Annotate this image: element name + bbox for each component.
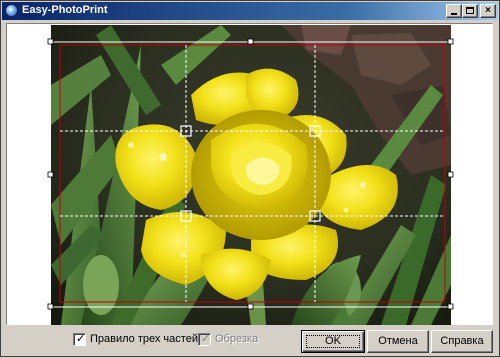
- crop-handle-bottom-right[interactable]: [447, 303, 454, 310]
- close-button[interactable]: ×: [480, 4, 496, 18]
- crop-handle-right[interactable]: [447, 171, 454, 178]
- minimize-button[interactable]: [446, 4, 462, 18]
- cancel-button-label: Отмена: [378, 335, 418, 347]
- help-button[interactable]: Справка: [431, 330, 493, 353]
- tulip-photo: [51, 25, 451, 325]
- rule-of-thirds-option[interactable]: ✓ Правило трех частей: [73, 333, 213, 346]
- window-title: Easy-PhotoPrint: [22, 4, 108, 16]
- minimize-icon: [451, 13, 457, 15]
- focus-ring: [306, 335, 360, 348]
- crop-handle-top[interactable]: [247, 38, 254, 45]
- photo-preview[interactable]: [51, 25, 451, 325]
- trimming-checkbox: ✓: [198, 333, 211, 346]
- crop-handle-left[interactable]: [47, 171, 54, 178]
- title-bar[interactable]: Easy-PhotoPrint ×: [2, 2, 498, 20]
- trimming-label: Обрезка: [215, 333, 259, 345]
- close-icon: ×: [485, 5, 491, 16]
- ok-button[interactable]: OK: [301, 330, 365, 353]
- crop-handle-bottom[interactable]: [247, 303, 254, 310]
- trimming-option: ✓ Обрезка: [198, 333, 278, 346]
- maximize-icon: [466, 7, 474, 14]
- cancel-button[interactable]: Отмена: [367, 330, 429, 353]
- maximize-button[interactable]: [462, 4, 478, 18]
- crop-handle-top-left[interactable]: [47, 38, 54, 45]
- rule-of-thirds-label: Правило трех частей: [90, 333, 198, 345]
- help-button-label: Справка: [440, 335, 484, 347]
- checkmark-icon: ✓: [201, 333, 211, 345]
- crop-handle-bottom-left[interactable]: [47, 303, 54, 310]
- crop-handle-top-right[interactable]: [447, 38, 454, 45]
- easy-photoprint-window: Easy-PhotoPrint × ✓ Правило трех частей …: [0, 0, 500, 357]
- app-icon: [5, 4, 18, 17]
- rule-of-thirds-checkbox[interactable]: ✓: [73, 333, 86, 346]
- checkmark-icon: ✓: [76, 333, 86, 345]
